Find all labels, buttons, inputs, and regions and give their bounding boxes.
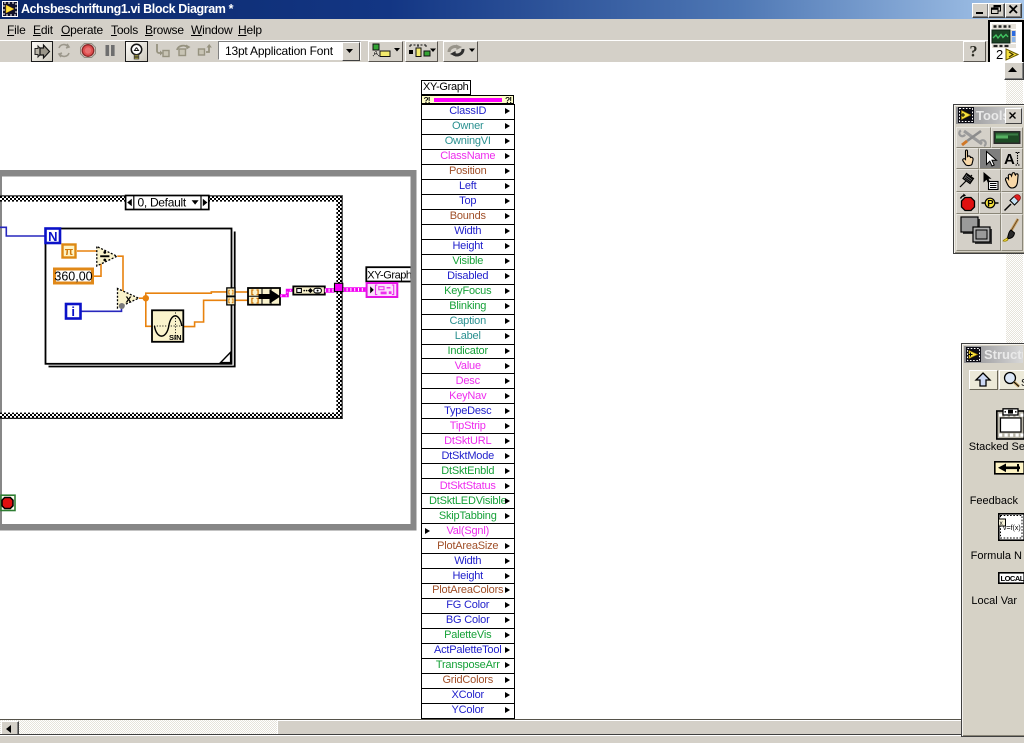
svg-text:v=f(x): v=f(x) (1003, 525, 1021, 532)
svg-text:360,00: 360,00 (54, 270, 92, 284)
svg-text:N: N (48, 229, 57, 244)
svg-text:i: i (71, 304, 75, 319)
svg-text:LOCAL: LOCAL (1001, 574, 1024, 583)
svg-text:0, Default: 0, Default (138, 196, 187, 210)
svg-text:?: ? (970, 44, 978, 60)
svg-text:2: 2 (996, 47, 1003, 62)
svg-text:x: x (126, 294, 133, 306)
svg-text:π: π (65, 246, 74, 258)
svg-text:S: S (1021, 378, 1024, 388)
svg-text:A: A (1004, 151, 1015, 168)
svg-text:XY-Graph: XY-Graph (367, 270, 412, 282)
svg-text:SIN: SIN (169, 333, 182, 342)
svg-text:P: P (987, 198, 994, 209)
